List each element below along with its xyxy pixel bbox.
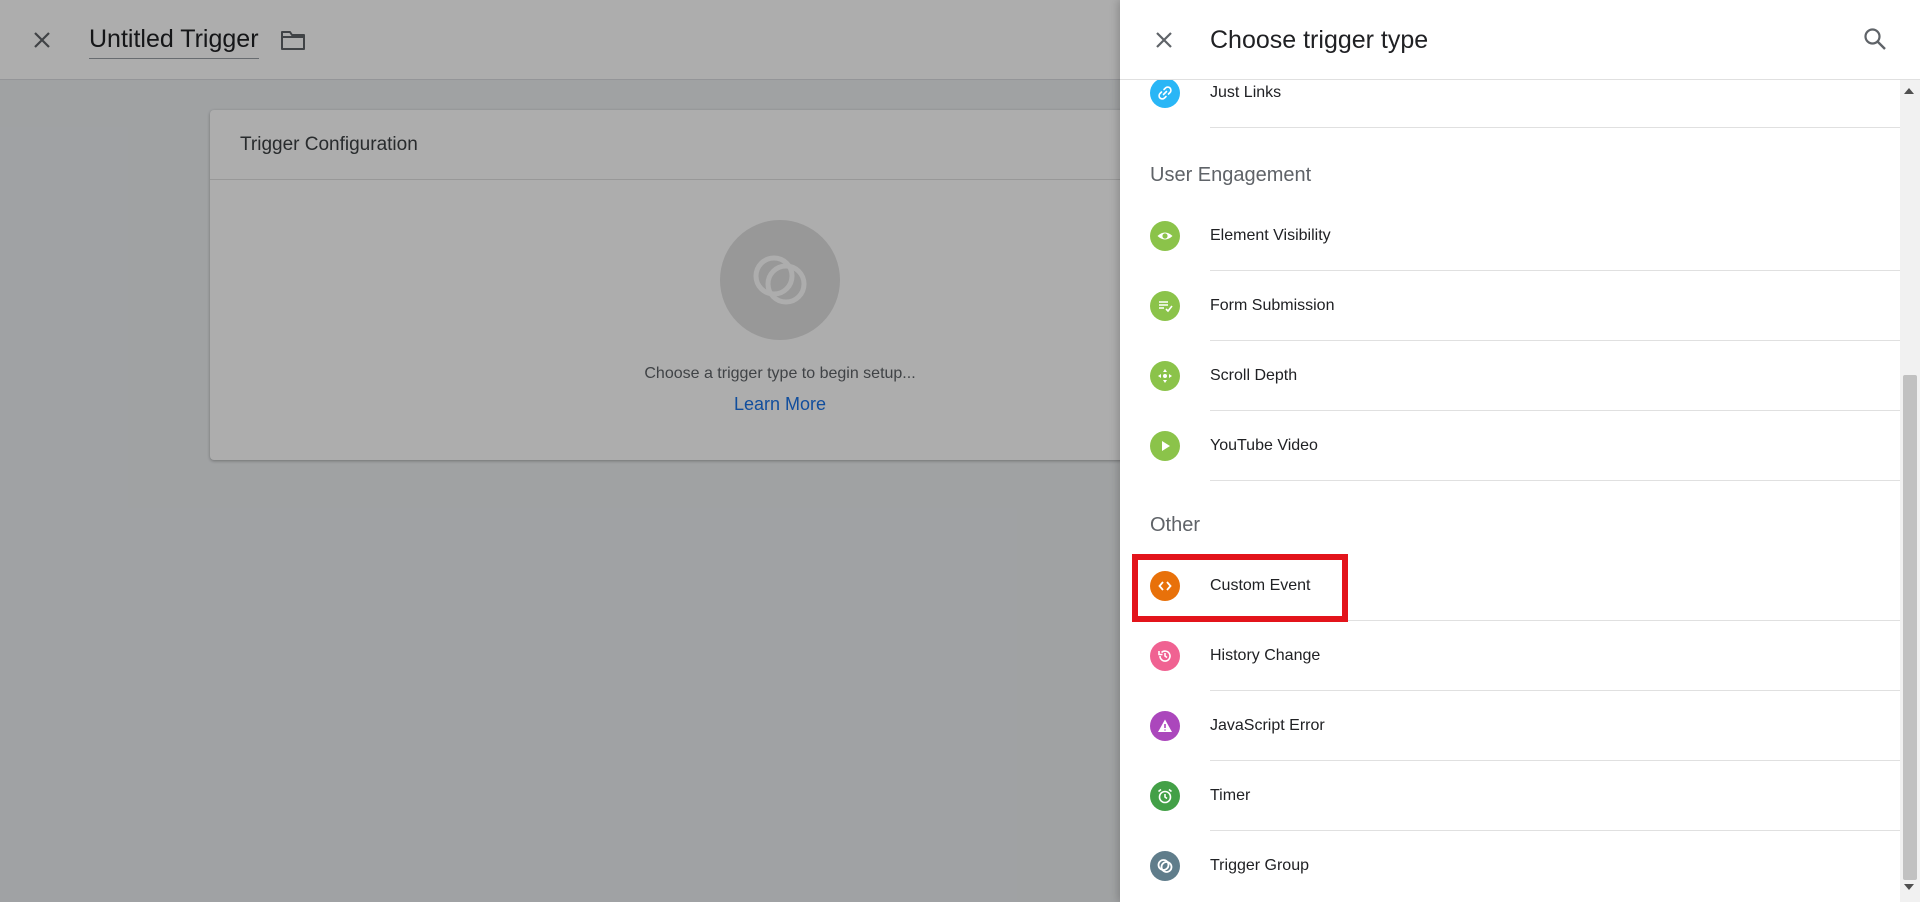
scrollbar-thumb[interactable] xyxy=(1903,375,1917,880)
scroll-up-arrow-icon[interactable] xyxy=(1904,88,1914,94)
list-item-label: Custom Event xyxy=(1210,577,1311,594)
panel-title: Choose trigger type xyxy=(1210,26,1429,54)
list-item-label: Scroll Depth xyxy=(1210,367,1298,384)
warning-icon xyxy=(1150,711,1180,741)
list-item-trigger-group[interactable]: Trigger Group xyxy=(1120,831,1900,901)
list-item-label: History Change xyxy=(1210,647,1321,664)
trigger-group-icon xyxy=(1150,851,1180,881)
close-icon[interactable] xyxy=(1152,28,1176,52)
eye-icon xyxy=(1150,221,1180,251)
list-item-label: YouTube Video xyxy=(1210,437,1318,454)
divider xyxy=(1210,480,1900,481)
list-item-form-submission[interactable]: Form Submission xyxy=(1120,271,1900,341)
list-item-label: Timer xyxy=(1210,787,1251,804)
play-icon xyxy=(1150,431,1180,461)
list-item-history-change[interactable]: History Change xyxy=(1120,621,1900,691)
divider xyxy=(1210,127,1900,128)
list-item-label: JavaScript Error xyxy=(1210,717,1325,734)
link-icon xyxy=(1150,80,1180,108)
list-item-label: Trigger Group xyxy=(1210,857,1309,874)
section-heading-user-engagement: User Engagement xyxy=(1150,164,1312,186)
list-item-label: Just Links xyxy=(1210,84,1282,101)
list-item-youtube-video[interactable]: YouTube Video xyxy=(1120,411,1900,481)
list-item-label: Form Submission xyxy=(1210,297,1335,314)
scroll-down-arrow-icon[interactable] xyxy=(1904,884,1914,890)
panel-header: Choose trigger type xyxy=(1120,0,1920,80)
list-item-scroll-depth[interactable]: Scroll Depth xyxy=(1120,341,1900,411)
search-icon[interactable] xyxy=(1862,26,1888,52)
scrollbar[interactable] xyxy=(1900,80,1920,902)
trigger-type-list: Just Links User Engagement Element Visib… xyxy=(1120,80,1900,902)
choose-trigger-type-panel: Just Links User Engagement Element Visib… xyxy=(1120,0,1920,902)
list-item-javascript-error[interactable]: JavaScript Error xyxy=(1120,691,1900,761)
list-item-label: Element Visibility xyxy=(1210,227,1331,244)
list-item-just-links[interactable]: Just Links xyxy=(1120,80,1900,128)
form-check-icon xyxy=(1150,291,1180,321)
list-item-custom-event[interactable]: Custom Event xyxy=(1120,551,1900,621)
section-heading-other: Other xyxy=(1150,514,1201,536)
code-brackets-icon xyxy=(1150,571,1180,601)
alarm-clock-icon xyxy=(1150,781,1180,811)
history-icon xyxy=(1150,641,1180,671)
list-item-timer[interactable]: Timer xyxy=(1120,761,1900,831)
scroll-arrows-icon xyxy=(1150,361,1180,391)
list-item-element-visibility[interactable]: Element Visibility xyxy=(1120,201,1900,271)
